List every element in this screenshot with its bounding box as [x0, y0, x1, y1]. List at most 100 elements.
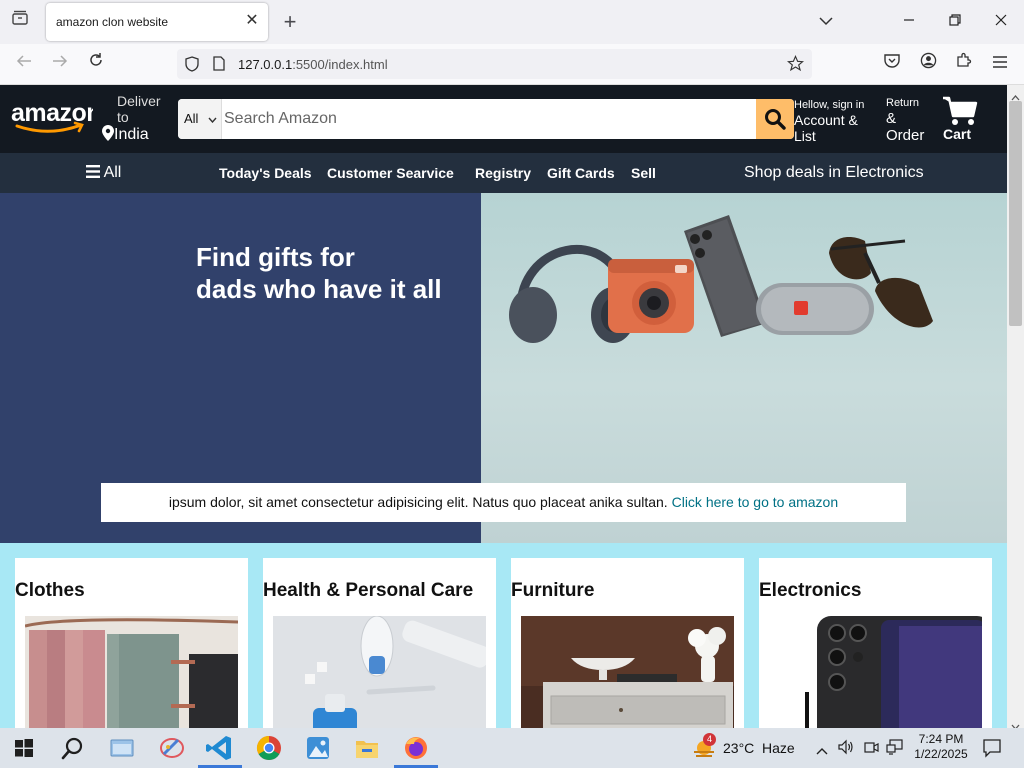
- health-care-image: [273, 616, 486, 728]
- lists-label: List: [794, 128, 816, 144]
- minimize-icon[interactable]: [897, 10, 921, 34]
- card-electronics[interactable]: Electronics: [759, 558, 992, 728]
- tab-list-icon[interactable]: [8, 10, 32, 34]
- restore-icon[interactable]: [943, 10, 967, 34]
- amazon-link[interactable]: Click here to go to amazon: [672, 494, 839, 510]
- search-button[interactable]: [756, 99, 794, 139]
- smartphone-image: [684, 215, 767, 337]
- weather-badge: 4: [703, 733, 716, 746]
- volume-icon[interactable]: [838, 739, 854, 760]
- network-icon[interactable]: [886, 739, 904, 760]
- clock-time: 7:24 PM: [918, 732, 964, 746]
- new-tab-icon[interactable]: +: [278, 10, 302, 34]
- speaker-image: [756, 283, 874, 335]
- chevron-down-icon: [208, 99, 217, 139]
- deliver-to[interactable]: Deliver to India: [102, 93, 172, 146]
- search-icon[interactable]: [61, 736, 85, 765]
- taskbar-app-photos[interactable]: [296, 732, 340, 768]
- card-title: Health & Personal Care: [263, 580, 474, 601]
- bookmark-star-icon[interactable]: [786, 54, 805, 77]
- amazon-logo[interactable]: amazon: [11, 99, 102, 133]
- amazon-header: amazon Deliver to India All Hellow, sign…: [0, 85, 1007, 153]
- cart-label: Cart: [943, 126, 972, 142]
- back-icon[interactable]: [12, 52, 36, 76]
- hero-banner-text: ipsum dolor, sit amet consectetur adipis…: [168, 494, 672, 510]
- clock-date: 1/22/2025: [914, 747, 968, 761]
- tab-close-icon[interactable]: ✕: [242, 11, 262, 31]
- browser-tab[interactable]: amazon clon website ✕: [46, 3, 268, 41]
- search-icon: [764, 108, 786, 135]
- windows-taskbar: 4 23°C Haze 7:24 PM 1/22/2025: [0, 728, 1024, 768]
- windows-start-icon[interactable]: [15, 739, 33, 762]
- chevron-up-icon[interactable]: [816, 742, 828, 760]
- reload-icon[interactable]: [84, 52, 108, 76]
- scroll-thumb[interactable]: [1009, 101, 1022, 326]
- taskbar-app-file-explorer[interactable]: [345, 732, 389, 768]
- svg-text:amazon: amazon: [11, 99, 93, 127]
- search-input[interactable]: [224, 99, 754, 139]
- clothes-image: [25, 616, 238, 728]
- forward-icon[interactable]: [48, 52, 72, 76]
- card-health[interactable]: Health & Personal Care: [263, 558, 496, 728]
- returns-label: Return: [886, 97, 920, 109]
- tab-title: amazon clon website: [56, 15, 169, 29]
- deliver-country: India: [114, 126, 149, 143]
- taskbar-app-firefox[interactable]: [394, 732, 438, 768]
- hero-title-line1: Find gifts for: [196, 242, 355, 272]
- search-category-value: All: [184, 111, 199, 126]
- category-cards: Clothes Health & Personal Care Furniture…: [0, 543, 1007, 728]
- taskbar-app-chrome[interactable]: [247, 732, 291, 768]
- hero-section: Find gifts for dads who have it all ipsu…: [0, 193, 1007, 543]
- nav-belt: All Today's Deals Customer Searvice Regi…: [0, 153, 1007, 193]
- hero-banner: ipsum dolor, sit amet consectetur adipis…: [101, 483, 906, 522]
- url-host: 127.0.0.1: [238, 57, 293, 72]
- nav-registry[interactable]: Registry: [475, 165, 531, 181]
- url-path: :5500/index.html: [292, 57, 388, 72]
- search-category-select[interactable]: All: [178, 99, 222, 139]
- furniture-image: [521, 616, 734, 728]
- pocket-icon[interactable]: [880, 52, 904, 76]
- taskbar-app-paint[interactable]: [150, 732, 194, 768]
- cart-button[interactable]: Cart: [942, 95, 982, 145]
- nav-todays-deals[interactable]: Today's Deals: [219, 165, 312, 181]
- all-menu-button[interactable]: All: [86, 164, 121, 183]
- location-pin-icon: [102, 125, 114, 146]
- nav-sell[interactable]: Sell: [631, 165, 656, 181]
- account-greeting: Hellow, sign in: [794, 99, 865, 111]
- deliver-label: Deliver: [117, 93, 161, 109]
- clock[interactable]: 7:24 PM 1/22/2025: [911, 732, 971, 762]
- hero-title: Find gifts for dads who have it all: [196, 241, 476, 305]
- search-bar: All: [178, 99, 794, 139]
- deliver-to-label: to: [117, 109, 129, 125]
- electronics-image: [769, 616, 982, 728]
- returns-amp: &: [886, 110, 897, 127]
- account-lists[interactable]: Hellow, sign in Account & List: [794, 98, 884, 144]
- account-icon[interactable]: [916, 52, 940, 76]
- card-furniture[interactable]: Furniture: [511, 558, 744, 728]
- close-window-icon[interactable]: [989, 10, 1013, 34]
- taskbar-app-explorer-window[interactable]: [100, 732, 144, 768]
- instant-camera-image: [608, 259, 694, 333]
- chevron-down-icon[interactable]: [814, 10, 838, 34]
- weather-desc: Haze: [762, 740, 795, 756]
- nav-customer-service[interactable]: Customer Searvice: [327, 165, 454, 181]
- account-label: Account &: [794, 112, 858, 128]
- extensions-icon[interactable]: [952, 52, 976, 76]
- page-icon: [213, 56, 225, 76]
- url-bar[interactable]: 127.0.0.1:5500/index.html: [177, 49, 812, 79]
- card-clothes[interactable]: Clothes: [15, 558, 248, 728]
- url-text[interactable]: 127.0.0.1:5500/index.html: [238, 57, 388, 72]
- weather-temp: 23°C: [723, 740, 755, 756]
- nav-promo[interactable]: Shop deals in Electronics: [744, 164, 924, 182]
- returns-orders[interactable]: Return & Order: [886, 96, 941, 144]
- shield-icon[interactable]: [185, 56, 199, 77]
- nav-gift-cards[interactable]: Gift Cards: [547, 165, 615, 181]
- hero-title-line2: dads who have it all: [196, 274, 442, 304]
- taskbar-app-vscode[interactable]: [198, 732, 242, 768]
- notifications-icon[interactable]: [982, 738, 1002, 763]
- browser-tab-strip: amazon clon website ✕ +: [0, 0, 1024, 44]
- meet-now-icon[interactable]: [863, 739, 879, 760]
- all-menu-label: All: [103, 164, 122, 181]
- page-scrollbar[interactable]: [1007, 85, 1024, 730]
- menu-icon[interactable]: [988, 52, 1012, 76]
